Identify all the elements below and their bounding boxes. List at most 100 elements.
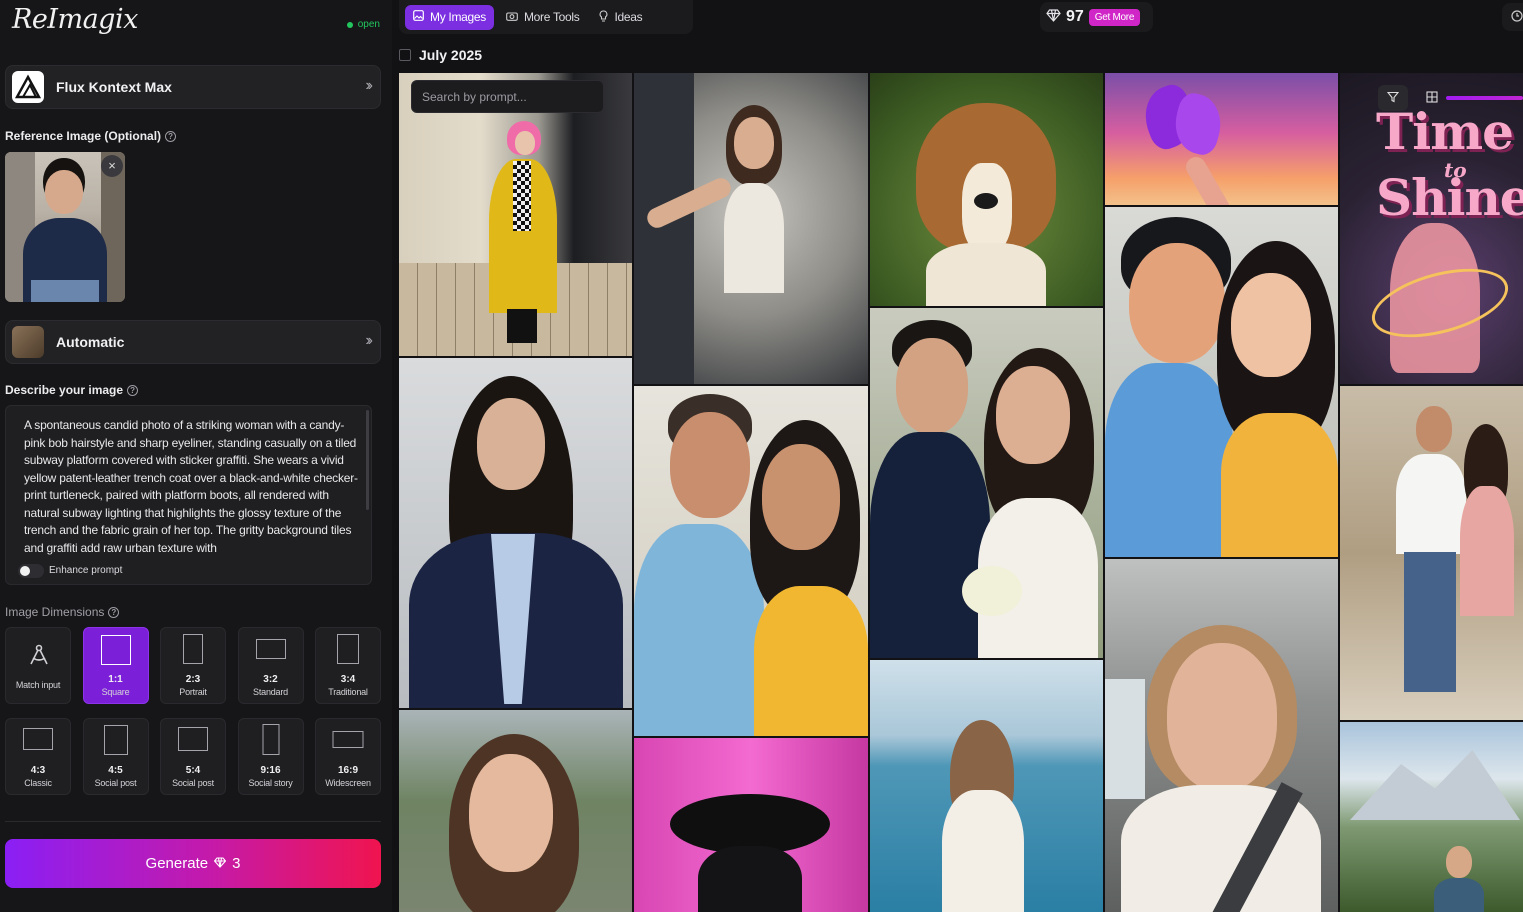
gallery-image[interactable] xyxy=(634,73,868,384)
prompt-textarea[interactable]: A spontaneous candid photo of a striking… xyxy=(5,405,372,585)
bouquet xyxy=(962,566,1022,616)
ratio-shape xyxy=(183,634,203,664)
toggle-knob xyxy=(20,566,30,576)
dimension-options: Match input 1:1 Square 2:3 Portrait 3:2 … xyxy=(5,627,381,795)
jeans xyxy=(1404,552,1456,692)
checker-top xyxy=(513,161,531,231)
gallery-image[interactable] xyxy=(634,738,868,912)
reference-label-row: Reference Image (Optional) ? xyxy=(5,129,177,143)
month-title: July 2025 xyxy=(419,47,483,63)
dim-option-3-4[interactable]: 3:4 Traditional xyxy=(315,627,381,704)
style-thumbnail xyxy=(12,326,44,358)
bride-face xyxy=(996,366,1070,464)
ref-person-jeans xyxy=(31,280,99,302)
tab-my-images[interactable]: My Images xyxy=(405,4,494,30)
ratio-shape xyxy=(23,728,53,750)
ratio-shape xyxy=(262,724,279,755)
filter-button[interactable] xyxy=(1378,85,1408,111)
filter-icon xyxy=(1386,91,1400,106)
remove-reference-button[interactable]: × xyxy=(101,155,123,177)
model-selector[interactable]: Flux Kontext Max ›› xyxy=(5,65,381,109)
dimensions-label: Image Dimensions xyxy=(5,605,105,619)
dim-option-5-4[interactable]: 5:4 Social post xyxy=(160,718,226,795)
dim-ratio: 9:16 xyxy=(260,765,281,776)
dim-option-4-3[interactable]: 4:3 Classic xyxy=(5,718,71,795)
gallery-image[interactable] xyxy=(870,308,1103,658)
gallery-image[interactable] xyxy=(1105,73,1338,205)
status-dot xyxy=(346,21,353,28)
search-input[interactable] xyxy=(412,81,603,112)
tab-label: My Images xyxy=(430,10,486,24)
prompt-text[interactable]: A spontaneous candid photo of a striking… xyxy=(24,417,360,559)
help-icon[interactable]: ? xyxy=(127,384,139,396)
man-face xyxy=(1129,243,1225,363)
dim-ratio: 16:9 xyxy=(337,765,358,776)
dog-nose xyxy=(974,193,998,209)
dim-option-3-2[interactable]: 3:2 Standard xyxy=(237,627,304,704)
hiker-body xyxy=(1434,878,1484,912)
grid-view-button[interactable] xyxy=(1420,85,1444,111)
get-more-button[interactable]: Get More xyxy=(1088,8,1141,26)
help-icon[interactable]: ? xyxy=(165,130,177,142)
face xyxy=(734,117,774,169)
prompt-label: Describe your image xyxy=(5,383,124,397)
enhance-prompt-toggle[interactable] xyxy=(18,564,44,578)
gallery-image[interactable] xyxy=(634,386,868,736)
dim-ratio: 4:3 xyxy=(30,765,46,776)
gallery-image[interactable] xyxy=(1340,386,1523,720)
gallery-image[interactable] xyxy=(399,358,632,708)
style-selector[interactable]: Automatic ›› xyxy=(5,320,381,364)
gallery-image[interactable] xyxy=(1105,207,1338,557)
dim-ratio: 3:2 xyxy=(263,674,278,685)
generate-label: Generate xyxy=(145,855,209,872)
man-face xyxy=(1416,406,1452,452)
dim-ratio: 1:1 xyxy=(108,674,123,685)
white-tshirt xyxy=(1396,454,1466,554)
gallery-image[interactable] xyxy=(870,660,1103,912)
gallery-image[interactable] xyxy=(870,73,1103,306)
status-indicator: open xyxy=(346,19,380,30)
gallery-image[interactable] xyxy=(1105,559,1338,912)
dim-option-9-16[interactable]: 9:16 Social story xyxy=(237,718,304,795)
dim-option-match-input[interactable]: Match input xyxy=(5,627,71,704)
model-label: Flux Kontext Max xyxy=(56,79,172,95)
building xyxy=(634,73,694,384)
grid-size-slider[interactable] xyxy=(1446,96,1523,100)
sunset-bg xyxy=(1105,73,1338,205)
groom-suit xyxy=(870,432,990,658)
compass-icon xyxy=(28,643,50,670)
history-button[interactable] xyxy=(1502,3,1523,31)
dim-name: Traditional xyxy=(328,687,368,697)
image-icon xyxy=(413,10,424,24)
dim-option-1-1[interactable]: 1:1 Square xyxy=(82,627,149,704)
gallery-image[interactable] xyxy=(399,73,632,356)
gem-icon xyxy=(1046,9,1061,25)
groom-face xyxy=(896,338,968,434)
car-window xyxy=(1105,679,1145,799)
chevron-right-double-icon: ›› xyxy=(365,332,372,349)
flux-logo-icon xyxy=(12,71,44,103)
dim-option-2-3[interactable]: 2:3 Portrait xyxy=(160,627,226,704)
tab-more-tools[interactable]: More Tools xyxy=(498,5,587,30)
dim-ratio: 5:4 xyxy=(185,765,201,776)
generate-button[interactable]: Generate 3 xyxy=(5,839,381,888)
app-logo[interactable]: ReImagix xyxy=(12,4,138,35)
search-box xyxy=(411,80,604,113)
grid-icon xyxy=(1426,90,1438,106)
gallery-image[interactable] xyxy=(1340,722,1523,912)
chevron-right-double-icon: ›› xyxy=(365,77,372,94)
select-month-checkbox[interactable] xyxy=(399,49,411,61)
ratio-shape xyxy=(255,639,286,659)
poster-title-1: Time xyxy=(1376,102,1514,161)
dim-option-16-9[interactable]: 16:9 Widescreen xyxy=(315,718,381,795)
dim-option-4-5[interactable]: 4:5 Social post xyxy=(82,718,149,795)
woman-face xyxy=(1231,273,1311,377)
gallery-image[interactable] xyxy=(399,710,632,912)
dim-name: Match input xyxy=(15,680,61,690)
ratio-shape xyxy=(103,725,128,755)
prompt-scrollbar[interactable] xyxy=(366,410,369,510)
help-icon[interactable]: ? xyxy=(108,606,120,618)
dim-ratio: 4:5 xyxy=(108,765,123,776)
tab-ideas[interactable]: Ideas xyxy=(591,5,650,30)
face xyxy=(477,398,545,490)
